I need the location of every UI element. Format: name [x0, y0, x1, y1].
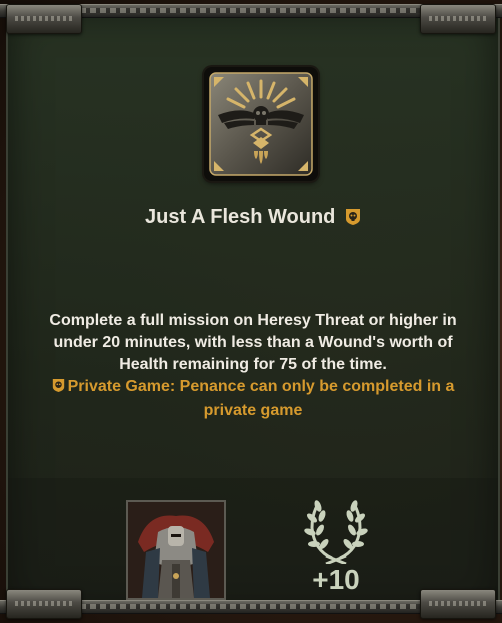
laurel-wreath-icon	[304, 500, 368, 564]
penance-detail-panel: Just A Flesh Wound Complete a full missi…	[6, 10, 500, 613]
frame-corner-top-left	[6, 4, 82, 34]
reward-strip: +10	[8, 478, 498, 602]
reward-points: +10	[312, 564, 360, 595]
frame-corner-bottom-right	[420, 589, 496, 619]
penance-icon-frame	[204, 67, 318, 181]
frame-corner-top-right	[420, 4, 496, 34]
penance-description: Complete a full mission on Heresy Threat…	[49, 312, 457, 373]
reward-item-portrait[interactable]	[126, 500, 226, 600]
frame-corner-bottom-left	[6, 589, 82, 619]
penance-title-row: Just A Flesh Wound	[8, 206, 498, 232]
penance-title: Just A Flesh Wound	[145, 206, 336, 228]
armored-character-portrait	[128, 502, 224, 598]
winged-skull-blood-emblem-icon	[209, 72, 313, 176]
private-game-note-text: Private Game: Penance can only be comple…	[67, 378, 455, 419]
private-game-skull-icon	[52, 378, 65, 400]
private-game-note: Private Game: Penance can only be comple…	[34, 376, 472, 422]
private-game-skull-icon	[345, 208, 361, 232]
